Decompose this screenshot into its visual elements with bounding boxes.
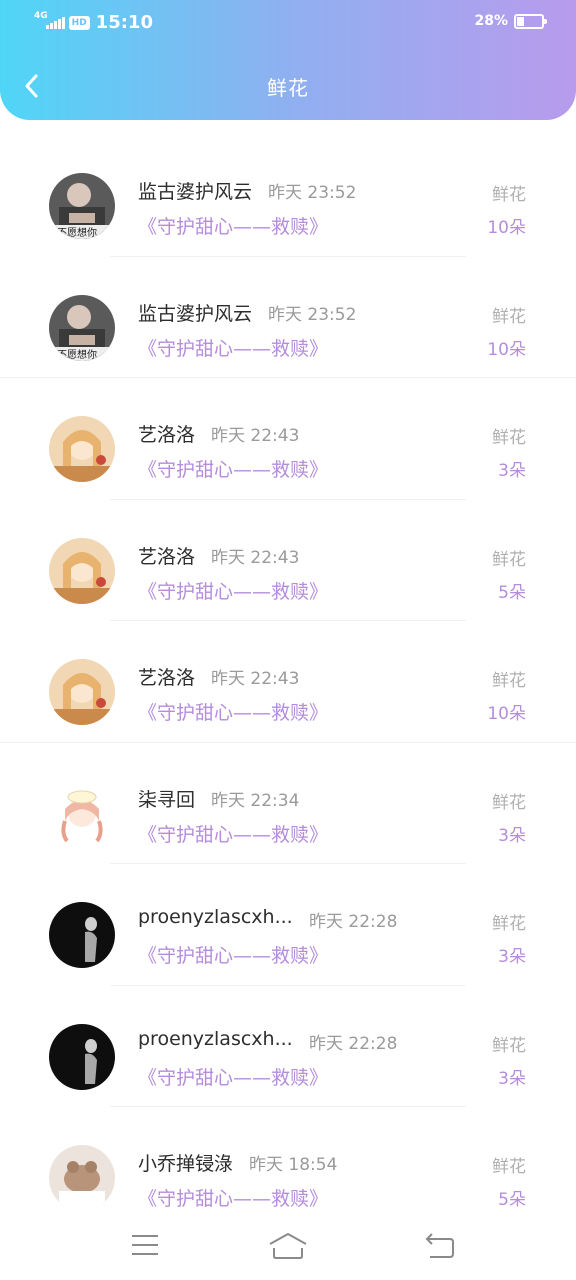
hd-badge: HD (68, 15, 90, 30)
page-title: 鲜花 (267, 76, 309, 100)
gift-count: 3朵 (498, 1068, 526, 1089)
svg-text:不愿想你: 不愿想你 (57, 226, 97, 239)
svg-text:不愿想你: 不愿想你 (57, 348, 97, 361)
gift-count: 5朵 (498, 582, 526, 603)
list-item[interactable]: 艺洛洛 昨天 22:43 《守护甜心——救赎》 鲜花 3朵 (0, 378, 576, 500)
user-name[interactable]: 监古婆护风云 (138, 177, 252, 204)
book-title-link[interactable]: 《守护甜心——救赎》 (138, 1184, 328, 1211)
avatar[interactable] (49, 659, 115, 725)
user-name[interactable]: proenyzlascxh... (138, 1028, 293, 1050)
gift-time: 昨天 22:43 (211, 426, 300, 446)
avatar[interactable] (49, 416, 115, 482)
gift-type-label: 鲜花 (492, 428, 526, 448)
list-item[interactable]: 不愿想你 监古婆护风云 昨天 23:52 《守护甜心——救赎》 鲜花 10朵 (0, 257, 576, 378)
gift-time: 昨天 23:52 (268, 304, 357, 325)
gift-time: 昨天 22:34 (211, 790, 300, 811)
home-icon[interactable] (268, 1232, 308, 1260)
flower-gift-list: 不愿想你 监古婆护风云 昨天 23:52 《守护甜心——救赎》 鲜花 10朵 不愿想你 监古婆… (0, 135, 576, 1229)
gift-count: 10朵 (487, 339, 526, 360)
avatar[interactable] (49, 902, 115, 968)
gift-time: 昨天 22:28 (309, 1033, 398, 1054)
book-title-link[interactable]: 《守护甜心——救赎》 (138, 941, 328, 968)
gift-type-label: 鲜花 (492, 549, 526, 570)
user-name[interactable]: 柒寻回 (138, 785, 195, 812)
gift-type-label: 鲜花 (492, 1035, 526, 1056)
gift-type-label: 鲜花 (492, 914, 526, 934)
gift-count: 5朵 (498, 1190, 526, 1210)
avatar[interactable] (49, 1023, 115, 1090)
list-item[interactable]: 艺洛洛 昨天 22:43 《守护甜心——救赎》 鲜花 10朵 (0, 621, 576, 743)
gift-type-label: 鲜花 (492, 1157, 526, 1177)
avatar[interactable] (49, 1145, 115, 1211)
gift-time: 昨天 22:43 (211, 547, 300, 568)
list-item[interactable]: 柒寻回 昨天 22:34 《守护甜心——救赎》 鲜花 3朵 (0, 743, 576, 864)
back-icon[interactable] (424, 1232, 456, 1260)
list-item[interactable]: 不愿想你 监古婆护风云 昨天 23:52 《守护甜心——救赎》 鲜花 10朵 (0, 135, 576, 257)
avatar[interactable]: 不愿想你 (49, 173, 115, 239)
list-item[interactable]: proenyzlascxh... 昨天 22:28 《守护甜心——救赎》 鲜花 3朵 (0, 986, 576, 1107)
status-bar: 4G HD 15:10 28% (0, 0, 576, 44)
network-type: 4G (34, 11, 48, 21)
user-name[interactable]: 小乔掸锓淥 (138, 1149, 233, 1176)
gift-type-label: 鲜花 (492, 185, 526, 205)
gift-count: 3朵 (498, 461, 526, 481)
battery-percent: 28% (474, 13, 508, 29)
gift-count: 10朵 (487, 218, 526, 238)
gift-count: 3朵 (498, 825, 526, 846)
avatar[interactable] (49, 780, 115, 847)
book-title-link[interactable]: 《守护甜心——救赎》 (138, 1063, 328, 1090)
app-header: 4G HD 15:10 28% 鲜花 (0, 0, 576, 120)
avatar[interactable]: 不愿想你 (49, 294, 115, 361)
user-name[interactable]: proenyzlascxh... (138, 906, 293, 928)
gift-count: 3朵 (498, 947, 526, 967)
menu-icon[interactable] (130, 1232, 160, 1258)
gift-type-label: 鲜花 (492, 792, 526, 813)
book-title-link[interactable]: 《守护甜心——救赎》 (138, 212, 328, 239)
status-time: 15:10 (95, 12, 153, 33)
system-nav-bar (0, 1210, 576, 1280)
gift-time: 昨天 22:43 (211, 669, 300, 689)
gift-count: 10朵 (487, 704, 526, 724)
book-title-link[interactable]: 《守护甜心——救赎》 (138, 820, 328, 847)
book-title-link[interactable]: 《守护甜心——救赎》 (138, 455, 328, 482)
list-item[interactable]: proenyzlascxh... 昨天 22:28 《守护甜心——救赎》 鲜花 3朵 (0, 864, 576, 986)
gift-type-label: 鲜花 (492, 306, 526, 327)
user-name[interactable]: 艺洛洛 (138, 420, 195, 447)
signal-icon (45, 16, 65, 29)
gift-time: 昨天 23:52 (268, 183, 357, 203)
book-title-link[interactable]: 《守护甜心——救赎》 (138, 334, 328, 361)
book-title-link[interactable]: 《守护甜心——救赎》 (138, 577, 328, 604)
gift-type-label: 鲜花 (492, 671, 526, 691)
user-name[interactable]: 艺洛洛 (138, 663, 195, 690)
avatar[interactable] (49, 537, 115, 604)
book-title-link[interactable]: 《守护甜心——救赎》 (138, 698, 328, 725)
list-item[interactable]: 艺洛洛 昨天 22:43 《守护甜心——救赎》 鲜花 5朵 (0, 500, 576, 621)
gift-time: 昨天 18:54 (249, 1155, 338, 1175)
gift-time: 昨天 22:28 (309, 912, 398, 932)
user-name[interactable]: 艺洛洛 (138, 542, 195, 569)
user-name[interactable]: 监古婆护风云 (138, 299, 252, 326)
battery-icon (514, 13, 547, 29)
